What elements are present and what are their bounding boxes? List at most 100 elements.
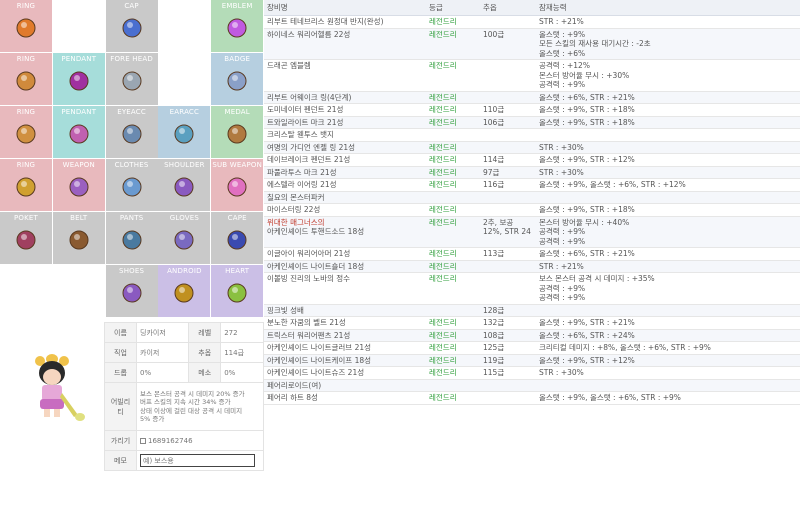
cape-icon [227, 230, 247, 250]
equip-slot-heart[interactable]: HEART [211, 265, 264, 317]
equip-slot-ring[interactable]: RING [0, 0, 52, 52]
equipment-row[interactable]: 하이네스 워리어헬름 22성 레전드리 100급 올스탯 : +9% 모든 스킬의 재사… [264, 28, 800, 60]
equip-slot-clothes[interactable]: CLOTHES [105, 159, 158, 211]
equipment-name: 도미네이터 펜던트 21성 [267, 105, 344, 114]
equipment-potential: 올스탯 : +9%, STR : +12% [536, 153, 800, 167]
equipment-row[interactable]: 데이브레이크 펜던트 21성 레전드리 114급 올스탯 : +9%, STR : +… [264, 153, 800, 167]
drop-label: 드롭 [104, 362, 137, 383]
equip-slot-belt[interactable]: BELT [52, 212, 105, 264]
equipment-name-cell: 이볼빙 진리의 노바의 정수 [264, 272, 426, 305]
equipment-row[interactable]: 페어리로이드(여) [264, 379, 800, 392]
equipment-name: 마이스터링 22성 [267, 205, 321, 214]
equip-slot-cap[interactable]: CAP [105, 0, 158, 52]
equipment-name-cell: 트와일라이트 마크 21성 [264, 116, 426, 129]
equipment-row[interactable]: 트릭스터 워리어팬츠 21성 레전드리 108급 올스탯 : +6%, STR : +… [264, 329, 800, 342]
equipment-potential [536, 304, 800, 317]
equipment-name-cell: 에스텔라 이어링 21성 [264, 178, 426, 192]
equipment-row[interactable]: 칠요의 몬스터파커 [264, 191, 800, 204]
equipment-row[interactable]: 이볼빙 진리의 노바의 정수 레전드리 보스 몬스터 공격 시 데미지 : +35%… [264, 272, 800, 305]
badge-icon [227, 71, 247, 91]
emblem-icon [227, 18, 247, 38]
hide-toggle[interactable]: 1689162746 [136, 430, 264, 451]
equipment-potential: STR : +30% [536, 141, 800, 154]
potential-line: STR : +30% [539, 368, 584, 377]
equipment-potential: 올스탯 : +9%, STR : +21% [536, 316, 800, 330]
equipment-row[interactable]: 이글아이 워리어아머 21성 레전드리 113급 올스탯 : +6%, STR : +… [264, 247, 800, 261]
potential-line: 몬스터 방어율 무시 : +30% [539, 70, 630, 80]
equipment-row[interactable]: 페어리 하트 8성 레전드리 올스탯 : +9%, 올스탯 : +6%, STR :… [264, 391, 800, 405]
slot-label: EYEACC [117, 108, 146, 116]
equipment-name-cell: 아케인셰이드 나이트케이프 18성 [264, 354, 426, 367]
equipment-row[interactable]: 아케인셰이드 나이트글러브 21성 레전드리 125급 크리티컬 데미지 : +8%,… [264, 341, 800, 355]
equip-slot-android[interactable]: ANDROID [158, 265, 211, 317]
equipment-star [480, 191, 536, 204]
equipment-grade: 레전드리 [426, 247, 480, 261]
equipment-row[interactable]: 드래곤 엠블렘 레전드리 공격력 : +12% 몬스터 방어율 무시 : +30% 공격… [264, 59, 800, 92]
pocket-icon [16, 230, 36, 250]
ability-label: 어빌리티 [104, 382, 137, 431]
clothes-icon [122, 177, 142, 197]
equip-slot-pendant[interactable]: PENDANT [52, 106, 105, 158]
equip-slot-pants[interactable]: PANTS [105, 212, 158, 264]
equip-slot-weapon[interactable]: WEAPON [52, 159, 105, 211]
memo-input[interactable] [140, 454, 255, 467]
equipment-row[interactable]: 크리스탈 웬투스 뱃지 [264, 128, 800, 142]
potential-line: 올스탯 : +9%, 올스탯 : +6%, STR : +9% [539, 393, 681, 402]
equipment-potential: 몬스터 방어율 무시 : +40% 공격력 : +9% 공격력 : +9% [536, 216, 800, 248]
equipment-potential: 올스탯 : +9%, STR : +18% [536, 116, 800, 129]
equip-slot-shoes[interactable]: SHOES [105, 265, 158, 317]
slot-label: MEDAL [224, 108, 250, 116]
equip-slot-ring[interactable]: RING [0, 159, 52, 211]
equip-slot-pendant[interactable]: PENDANT [52, 53, 105, 105]
equip-slot-gloves[interactable]: GLOVES [158, 212, 211, 264]
gloves-icon [174, 230, 194, 250]
equip-slot-fore-head[interactable]: FORE HEAD [105, 53, 158, 105]
equipment-star [480, 203, 536, 217]
equip-slot-sub-weapon[interactable]: SUB WEAPON [211, 159, 264, 211]
equipment-name-cell: 마이스터링 22성 [264, 203, 426, 217]
equip-slot-poket[interactable]: POKET [0, 212, 52, 264]
equipment-potential: 공격력 : +12% 몬스터 방어율 무시 : +30% 공격력 : +9% [536, 59, 800, 92]
potential-line: 보스 몬스터 공격 시 데미지 : +35% [539, 274, 655, 283]
slot-label: RING [16, 2, 36, 10]
equip-slot-badge[interactable]: BADGE [211, 53, 264, 105]
equip-slot-earacc[interactable]: EARACC [158, 106, 211, 158]
equipment-name-cell: 하이네스 워리어헬름 22성 [264, 28, 426, 60]
slot-label: RING [16, 55, 36, 63]
pendant-icon [69, 124, 89, 144]
hide-checkbox[interactable] [140, 437, 146, 444]
equipment-row[interactable]: 마이스터링 22성 레전드리 올스탯 : +9%, STR : +18% [264, 203, 800, 217]
equipment-row[interactable]: 트와일라이트 마크 21성 레전드리 106급 올스탯 : +9%, STR : +1… [264, 116, 800, 129]
equip-slot-ring[interactable]: RING [0, 53, 52, 105]
potential-line: 크리티컬 데미지 : +8%, 올스탯 : +6%, STR : +9% [539, 343, 711, 352]
equip-slot-shoulder[interactable]: SHOULDER [158, 159, 211, 211]
equipment-row[interactable]: 핑크빛 성배 128급 [264, 304, 800, 317]
arcane-label: 추옵 [188, 342, 222, 363]
equipment-row[interactable]: 아케인셰이드 나이트숄더 18성 레전드리 STR : +21% [264, 260, 800, 273]
equip-slot-emblem[interactable]: EMBLEM [211, 0, 264, 52]
equipment-row[interactable]: 도미네이터 펜던트 21성 레전드리 110급 올스탯 : +9%, STR : +1… [264, 103, 800, 117]
character-name: 딩카이저 [135, 322, 190, 343]
equipment-row[interactable]: 리부트 어웨이크 링(4단계) 레전드리 올스탯 : +6%, STR : +21% [264, 91, 800, 104]
equipment-row[interactable]: 에스텔라 이어링 21성 레전드리 116급 올스탯 : +9%, 올스탯 : +6%… [264, 178, 800, 192]
name-label: 이름 [104, 322, 137, 343]
equipment-row[interactable]: 아케인셰이드 나이트케이프 18성 레전드리 119급 올스탯 : +9%, STR … [264, 354, 800, 367]
equipment-row[interactable]: 여명의 가디언 엔젤 링 21성 레전드리 STR : +30% [264, 141, 800, 154]
cap-icon [122, 18, 142, 38]
potential-line: STR : +21% [539, 261, 584, 271]
equip-slot-medal[interactable]: MEDAL [211, 106, 264, 158]
equipment-star: 114급 [480, 153, 536, 167]
job-label: 직업 [104, 342, 137, 363]
equip-slot-cape[interactable]: CAPE [211, 212, 264, 264]
equipment-row[interactable]: 파풀라투스 마크 21성 레전드리 97급 STR : +30% [264, 166, 800, 179]
equipment-name-cell: 아케인셰이드 나이트숄더 18성 [264, 260, 426, 273]
equipment-row[interactable]: 리부트 테네브리스 원정대 반지(완성) 레전드리 STR : +21% [264, 15, 800, 29]
equip-slot-ring[interactable]: RING [0, 106, 52, 158]
equipment-row[interactable]: 아케인셰이드 나이트슈즈 21성 레전드리 115급 STR : +30% [264, 366, 800, 380]
equipment-name: 파풀라투스 마크 21성 [267, 167, 337, 177]
equipment-row[interactable]: 위대한 매그너스의 아케인셰이드 투핸드소드 18성 레전드리 2추, 보공 12%,… [264, 216, 800, 248]
equipment-potential: 보스 몬스터 공격 시 데미지 : +35% 공격력 : +9% 공격력 : +9% [536, 272, 800, 305]
equipment-name: 아케인셰이드 나이트글러브 21성 [267, 343, 372, 352]
equip-slot-eyeacc[interactable]: EYEACC [105, 106, 158, 158]
equipment-row[interactable]: 분노한 자쿰의 벨트 21성 레전드리 132급 올스탯 : +9%, STR : +… [264, 316, 800, 330]
